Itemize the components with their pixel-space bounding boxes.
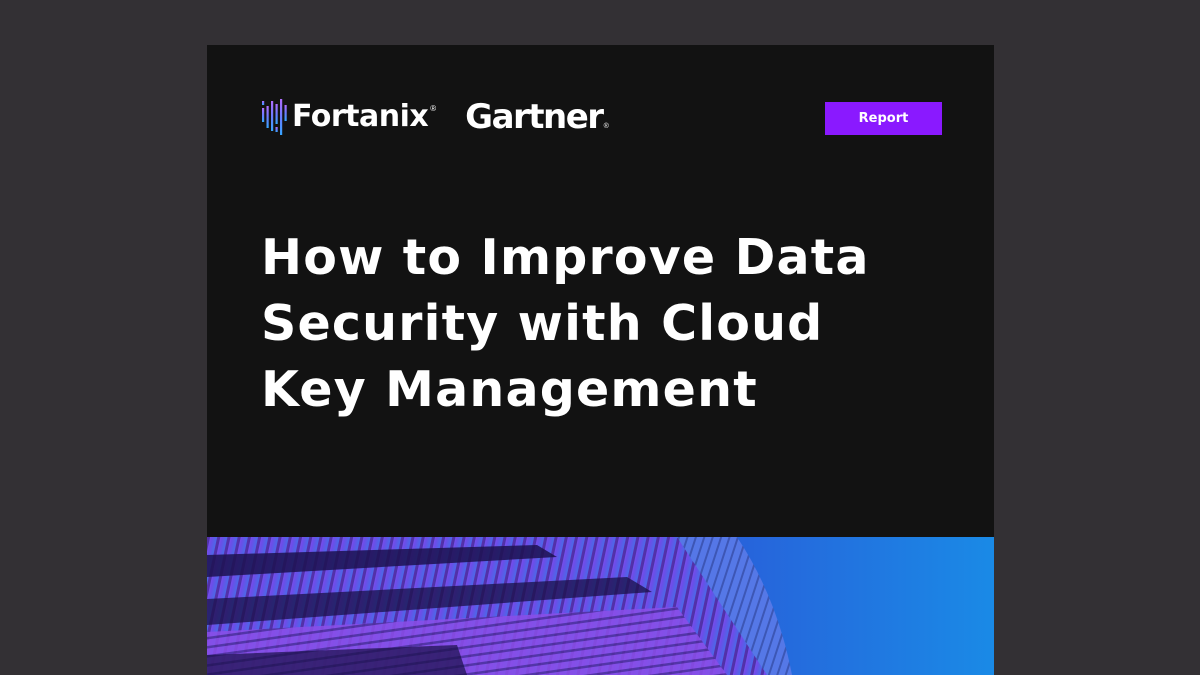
report-title-line: How to Improve Data — [261, 229, 870, 286]
fortanix-logo-icon — [262, 99, 287, 135]
gartner-wordmark: Gartner — [465, 97, 604, 137]
report-title-line: Key Management — [261, 361, 758, 418]
report-title-line: Security with Cloud — [261, 295, 824, 352]
fortanix-wordmark: Fortanix — [292, 99, 429, 134]
report-badge: Report — [825, 102, 942, 135]
fortanix-registered-mark: ® — [430, 103, 437, 113]
fortanix-logo: Fortanix ® — [261, 98, 436, 136]
logo-row: Fortanix ® Gartner ® — [261, 97, 609, 137]
building-hero-image — [207, 537, 994, 675]
report-cover: Fortanix ® Gartner ® Report How to Impro… — [207, 45, 994, 675]
gartner-registered-mark: ® — [603, 123, 609, 130]
report-title: How to Improve Data Security with Cloud … — [261, 225, 941, 423]
gartner-logo: Gartner ® — [465, 100, 609, 134]
